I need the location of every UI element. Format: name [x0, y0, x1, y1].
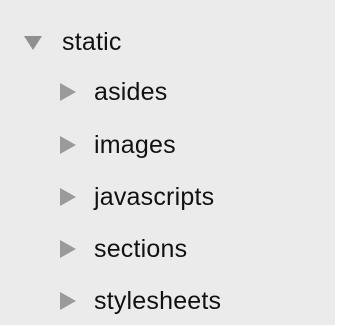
triangle-right-icon[interactable]	[60, 292, 76, 310]
triangle-right-icon[interactable]	[60, 188, 76, 206]
tree-folder-label: sections	[94, 234, 188, 263]
tree-folder-stylesheets[interactable]: stylesheets	[60, 276, 221, 326]
tree-folder-label: stylesheets	[94, 286, 222, 315]
tree-folder-javascripts[interactable]: javascripts	[60, 172, 214, 222]
tree-folder-label: images	[94, 130, 176, 159]
triangle-right-icon[interactable]	[60, 83, 76, 101]
triangle-down-icon[interactable]	[24, 36, 42, 50]
tree-folder-images[interactable]: images	[60, 120, 176, 170]
triangle-right-icon[interactable]	[60, 240, 76, 258]
tree-folder-label: javascripts	[94, 182, 215, 211]
tree-folder-asides[interactable]: asides	[60, 67, 167, 117]
triangle-right-icon[interactable]	[60, 136, 76, 154]
tree-folder-static[interactable]: static	[24, 17, 122, 67]
file-tree-panel: static asides images javascripts section…	[0, 0, 343, 327]
tree-folder-label: asides	[94, 77, 168, 106]
tree-folder-label: static	[62, 27, 122, 56]
tree-folder-sections[interactable]: sections	[60, 224, 187, 274]
